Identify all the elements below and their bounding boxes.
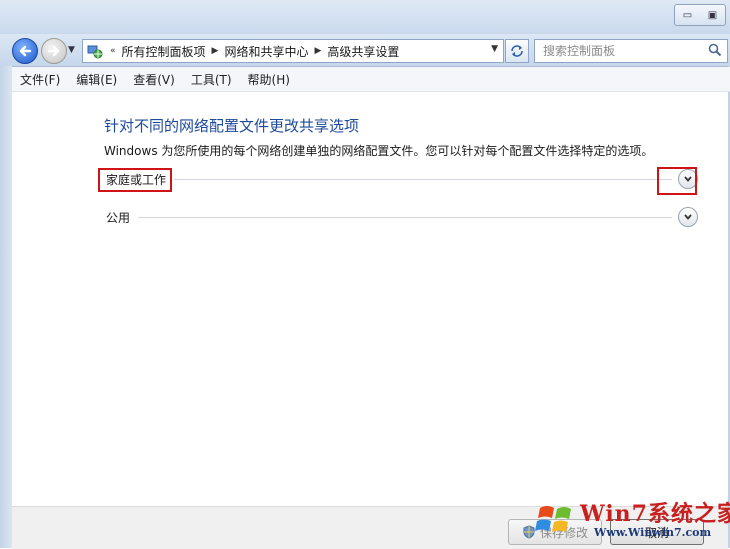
refresh-icon: [511, 45, 523, 57]
breadcrumb-advanced-sharing-settings[interactable]: 高级共享设置: [327, 43, 399, 60]
breadcrumb-network-sharing-center[interactable]: 网络和共享中心: [224, 43, 308, 60]
address-dropdown[interactable]: ▼: [491, 44, 498, 54]
menu-file[interactable]: 文件(F): [12, 71, 68, 88]
search-icon[interactable]: [708, 43, 722, 57]
forward-arrow-icon: [47, 45, 60, 57]
search-input[interactable]: [541, 43, 695, 59]
menu-bar: 文件(F) 编辑(E) 查看(V) 工具(T) 帮助(H): [12, 67, 730, 92]
section-home-or-work[interactable]: 家庭或工作: [104, 168, 698, 190]
breadcrumb-overflow[interactable]: «: [110, 46, 116, 56]
menu-help[interactable]: 帮助(H): [240, 71, 298, 88]
page-title: 针对不同的网络配置文件更改共享选项: [104, 117, 360, 135]
menu-edit[interactable]: 编辑(E): [68, 71, 125, 88]
navigation-bar: ▼ « 所有控制面板项 ▶ 网络和共享中心 ▶ 高级共享设置 ▼: [0, 34, 730, 67]
recent-pages-dropdown[interactable]: ▼: [68, 45, 75, 55]
section-divider: [138, 216, 672, 218]
search-box: [534, 39, 728, 63]
title-bar: ▭ ▣: [0, 0, 730, 34]
page-description: Windows 为您所使用的每个网络创建单独的网络配置文件。您可以针对每个配置文…: [104, 144, 654, 158]
window-controls: ▭ ▣: [674, 4, 726, 26]
maximize-button[interactable]: ▣: [700, 5, 725, 25]
section-divider: [174, 178, 672, 180]
chevron-down-icon: [684, 214, 692, 220]
refresh-button[interactable]: [505, 39, 529, 63]
watermark-url: Www.Winwin7.com: [594, 526, 712, 539]
highlight-box-section-label: [98, 168, 172, 192]
watermark: Win7系统之家 Www.Winwin7.com: [532, 492, 730, 546]
highlight-box-expand-button: [657, 167, 697, 195]
watermark-brand: Win7系统之家: [580, 501, 730, 527]
content-area: 针对不同的网络配置文件更改共享选项 Windows 为您所使用的每个网络创建单独…: [12, 92, 728, 506]
back-arrow-icon: [19, 45, 32, 57]
menu-tools[interactable]: 工具(T): [183, 71, 240, 88]
section-public[interactable]: 公用: [104, 206, 698, 228]
windows-logo-icon: [535, 506, 571, 532]
menu-view[interactable]: 查看(V): [125, 71, 183, 88]
window-left-frame: [0, 66, 12, 548]
network-folder-icon: [86, 43, 104, 59]
breadcrumb-all-control-panel-items[interactable]: 所有控制面板项: [122, 43, 206, 60]
minimize-button[interactable]: ▭: [675, 5, 700, 25]
breadcrumb-separator[interactable]: ▶: [314, 46, 321, 56]
address-bar[interactable]: « 所有控制面板项 ▶ 网络和共享中心 ▶ 高级共享设置 ▼: [82, 39, 504, 63]
expand-public-button[interactable]: [678, 207, 698, 227]
forward-button[interactable]: [41, 38, 67, 64]
back-button[interactable]: [12, 38, 38, 64]
section-label-public[interactable]: 公用: [104, 209, 132, 226]
breadcrumb-separator[interactable]: ▶: [212, 46, 219, 56]
